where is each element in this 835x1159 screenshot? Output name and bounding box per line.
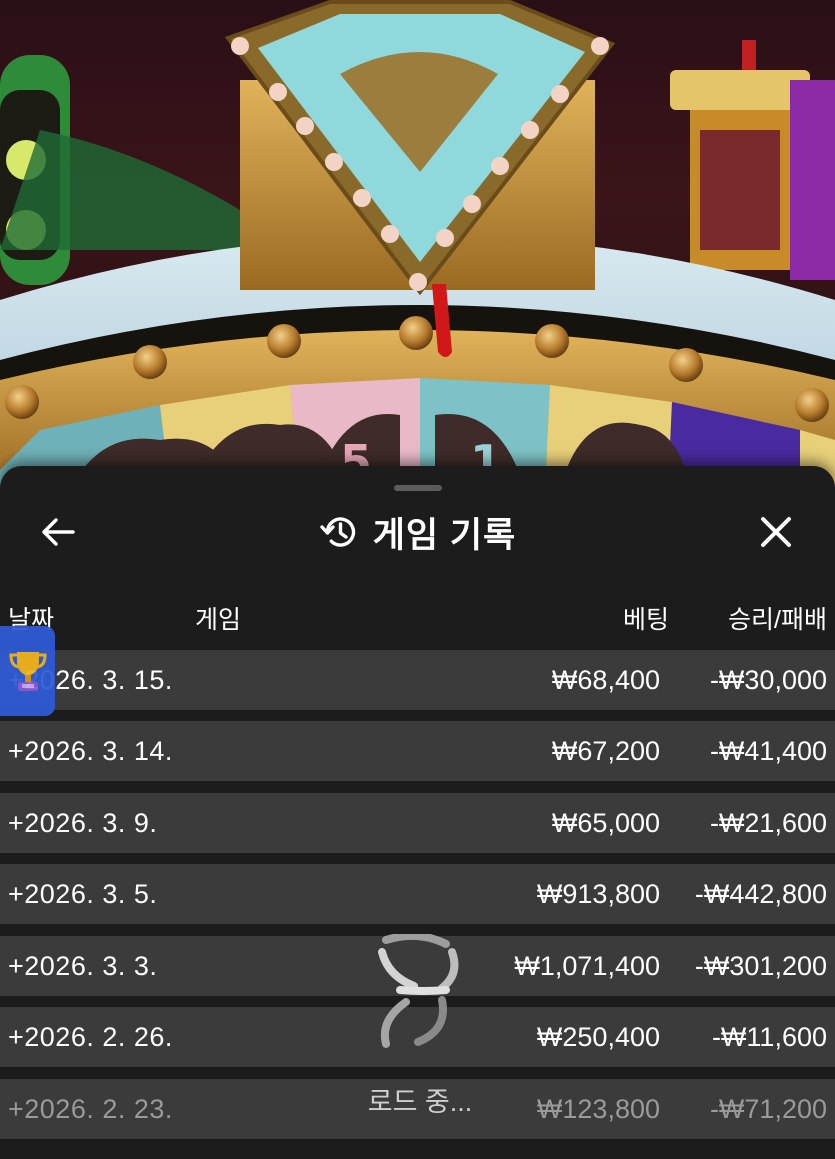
sheet-header: 게임 기록 xyxy=(0,510,835,555)
row-date: +2026. 3. 9. xyxy=(8,808,158,838)
loading-spinner-icon xyxy=(378,934,459,1048)
row-date: +2026. 3. 14. xyxy=(8,736,173,766)
loading-text: 로드 중... xyxy=(367,1087,473,1117)
row-bet: ₩250,400 xyxy=(536,1022,660,1052)
row-result: -₩30,000 xyxy=(709,665,827,695)
row-bet: ₩68,400 xyxy=(551,665,660,695)
row-date: +2026. 2. 23. xyxy=(8,1094,173,1124)
row-result: -₩21,600 xyxy=(709,808,827,838)
game-history-sheet: 게임 기록 날짜 게임 베팅 승리/패배 +2026. 3. 15. ₩68,4… xyxy=(0,466,835,1159)
column-header-bet: 베팅 xyxy=(622,606,669,634)
table-row[interactable]: +2026. 3. 5. ₩913,800 -₩442,800 xyxy=(0,864,835,924)
page-title: 게임 기록 xyxy=(372,515,517,555)
trophy-widget-button[interactable] xyxy=(0,626,55,716)
row-result: -₩71,200 xyxy=(709,1094,827,1124)
row-bet: ₩67,200 xyxy=(551,736,660,766)
row-date: +2026. 3. 3. xyxy=(8,951,158,981)
table-row[interactable]: +2026. 3. 9. ₩65,000 -₩21,600 xyxy=(0,793,835,853)
sheet-drag-handle[interactable] xyxy=(394,485,442,491)
table-row[interactable]: +2026. 3. 14. ₩67,200 -₩41,400 xyxy=(0,721,835,781)
column-header-result: 승리/패배 xyxy=(728,606,827,634)
row-result: -₩11,600 xyxy=(711,1022,827,1052)
row-result: -₩301,200 xyxy=(694,951,827,981)
row-date: +2026. 3. 5. xyxy=(8,879,158,909)
row-result: -₩442,800 xyxy=(694,879,827,909)
close-icon xyxy=(761,517,791,547)
row-bet: ₩123,800 xyxy=(536,1094,660,1124)
close-button[interactable] xyxy=(752,510,800,554)
table-row[interactable]: +2026. 3. 15. ₩68,400 -₩30,000 xyxy=(0,650,835,710)
row-result: -₩41,400 xyxy=(709,736,827,766)
trophy-icon xyxy=(8,652,47,691)
row-bet: ₩913,800 xyxy=(536,879,660,909)
column-header-game: 게임 xyxy=(195,606,242,634)
row-date: +2026. 2. 26. xyxy=(8,1022,173,1052)
row-bet: ₩1,071,400 xyxy=(514,951,660,981)
row-bet: ₩65,000 xyxy=(551,808,660,838)
live-game-video: 5 1 xyxy=(0,0,835,490)
history-clock-icon xyxy=(320,517,355,547)
game-wheel-scene: 5 1 xyxy=(0,0,835,490)
